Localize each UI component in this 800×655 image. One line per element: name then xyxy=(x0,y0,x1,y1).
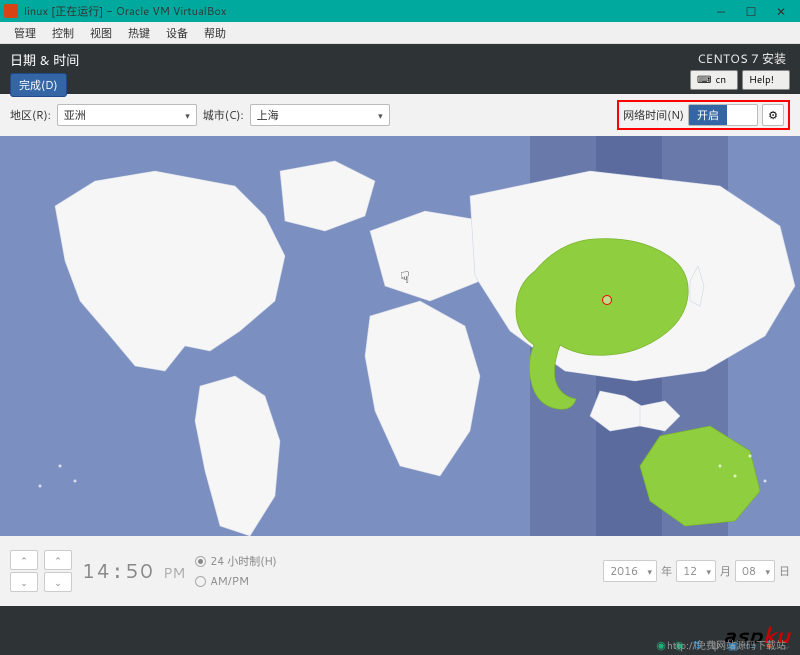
optical-icon[interactable]: ◉ xyxy=(672,638,686,652)
network-icon[interactable]: ⇅ xyxy=(690,638,704,652)
menu-view[interactable]: 视图 xyxy=(82,23,120,43)
month-combo[interactable]: 12 xyxy=(676,560,716,582)
radio-icon xyxy=(195,556,206,567)
keyboard-icon: ⌨ xyxy=(697,73,711,87)
maximize-button[interactable]: ☐ xyxy=(736,0,766,22)
ampm-display: PM xyxy=(163,563,185,583)
radio-ampm[interactable]: AM/PM xyxy=(195,573,277,589)
city-combo[interactable]: 上海 xyxy=(250,104,390,126)
minute-down-button[interactable]: ⌄ xyxy=(44,572,72,592)
city-value: 上海 xyxy=(257,107,279,123)
close-button[interactable]: ✕ xyxy=(766,0,796,22)
virtualbox-icon xyxy=(4,4,18,18)
menu-control[interactable]: 控制 xyxy=(44,23,82,43)
done-button[interactable]: 完成(D) xyxy=(10,73,67,97)
virtualbox-menubar: 管理 控制 视图 热键 设备 帮助 xyxy=(0,22,800,44)
hdd-icon[interactable]: ◉ xyxy=(654,638,668,652)
window-controls: — ☐ ✕ xyxy=(706,0,796,22)
map-cursor-icon: ☟ xyxy=(400,266,410,289)
shared-folder-icon[interactable]: ▣ xyxy=(726,638,740,652)
radio-icon xyxy=(195,576,206,587)
hour-down-button[interactable]: ⌄ xyxy=(10,572,38,592)
timezone-map[interactable]: ☟ xyxy=(0,136,800,536)
hour-up-button[interactable]: ⌃ xyxy=(10,550,38,570)
usb-icon[interactable]: ψ xyxy=(708,638,722,652)
day-unit: 日 xyxy=(779,563,790,579)
time-format-radios: 24 小时制(H) AM/PM xyxy=(195,553,277,589)
network-time-highlight: 网络时间(N) 开启 ⚙ xyxy=(617,100,790,130)
page-title: 日期 & 时间 xyxy=(10,50,79,70)
timezone-selector-row: 地区(R): 亚洲 城市(C): 上海 网络时间(N) 开启 ⚙ xyxy=(0,94,800,136)
menu-device[interactable]: 设备 xyxy=(158,23,196,43)
day-combo[interactable]: 08 xyxy=(735,560,775,582)
time-display: 14:50 PM xyxy=(82,557,185,585)
time-steppers: ⌃ ⌄ ⌃ ⌄ xyxy=(10,550,72,592)
gear-icon: ⚙ xyxy=(768,107,778,123)
radio-24h[interactable]: 24 小时制(H) xyxy=(195,553,277,569)
window-title: linux [正在运行] - Oracle VM VirtualBox xyxy=(24,3,706,19)
year-combo[interactable]: 2016 xyxy=(603,560,657,582)
menu-help[interactable]: 帮助 xyxy=(196,23,234,43)
time-date-controls: ⌃ ⌄ ⌃ ⌄ 14:50 PM 24 小时制(H) AM/PM 2016 年 … xyxy=(0,536,800,606)
hostkey-icon[interactable]: ⌄ xyxy=(780,638,794,652)
network-time-toggle[interactable]: 开启 xyxy=(688,104,758,126)
city-label: 城市(C): xyxy=(203,107,244,123)
toggle-on-label: 开启 xyxy=(689,105,727,125)
selected-city-marker xyxy=(602,295,612,305)
help-button[interactable]: Help! xyxy=(742,70,790,90)
guest-screen: 日期 & 时间 完成(D) CENTOS 7 安装 ⌨ cn Help! 地区(… xyxy=(0,44,800,655)
year-unit: 年 xyxy=(661,563,672,579)
network-time-label: 网络时间(N) xyxy=(623,107,684,123)
menu-hotkey[interactable]: 热键 xyxy=(120,23,158,43)
minute-up-button[interactable]: ⌃ xyxy=(44,550,72,570)
menu-manage[interactable]: 管理 xyxy=(6,23,44,43)
record-icon[interactable]: ● xyxy=(762,638,776,652)
region-value: 亚洲 xyxy=(64,107,86,123)
display-icon[interactable]: ▭ xyxy=(744,638,758,652)
virtualbox-statusbar: ◉ ◉ ⇅ ψ ▣ ▭ ● ⌄ xyxy=(648,635,800,655)
region-combo[interactable]: 亚洲 xyxy=(57,104,197,126)
toggle-off-area xyxy=(727,105,757,125)
keyboard-layout-label: cn xyxy=(715,73,726,87)
month-unit: 月 xyxy=(720,563,731,579)
ntp-settings-button[interactable]: ⚙ xyxy=(762,104,784,126)
installer-header: 日期 & 时间 完成(D) CENTOS 7 安装 ⌨ cn Help! xyxy=(0,44,800,94)
world-map-svg xyxy=(0,136,800,536)
minimize-button[interactable]: — xyxy=(706,0,736,22)
install-label: CENTOS 7 安装 xyxy=(690,50,790,67)
date-selectors: 2016 年 12 月 08 日 xyxy=(603,560,790,582)
virtualbox-titlebar: linux [正在运行] - Oracle VM VirtualBox — ☐ … xyxy=(0,0,800,22)
keyboard-layout-button[interactable]: ⌨ cn xyxy=(690,70,738,90)
region-label: 地区(R): xyxy=(10,107,51,123)
